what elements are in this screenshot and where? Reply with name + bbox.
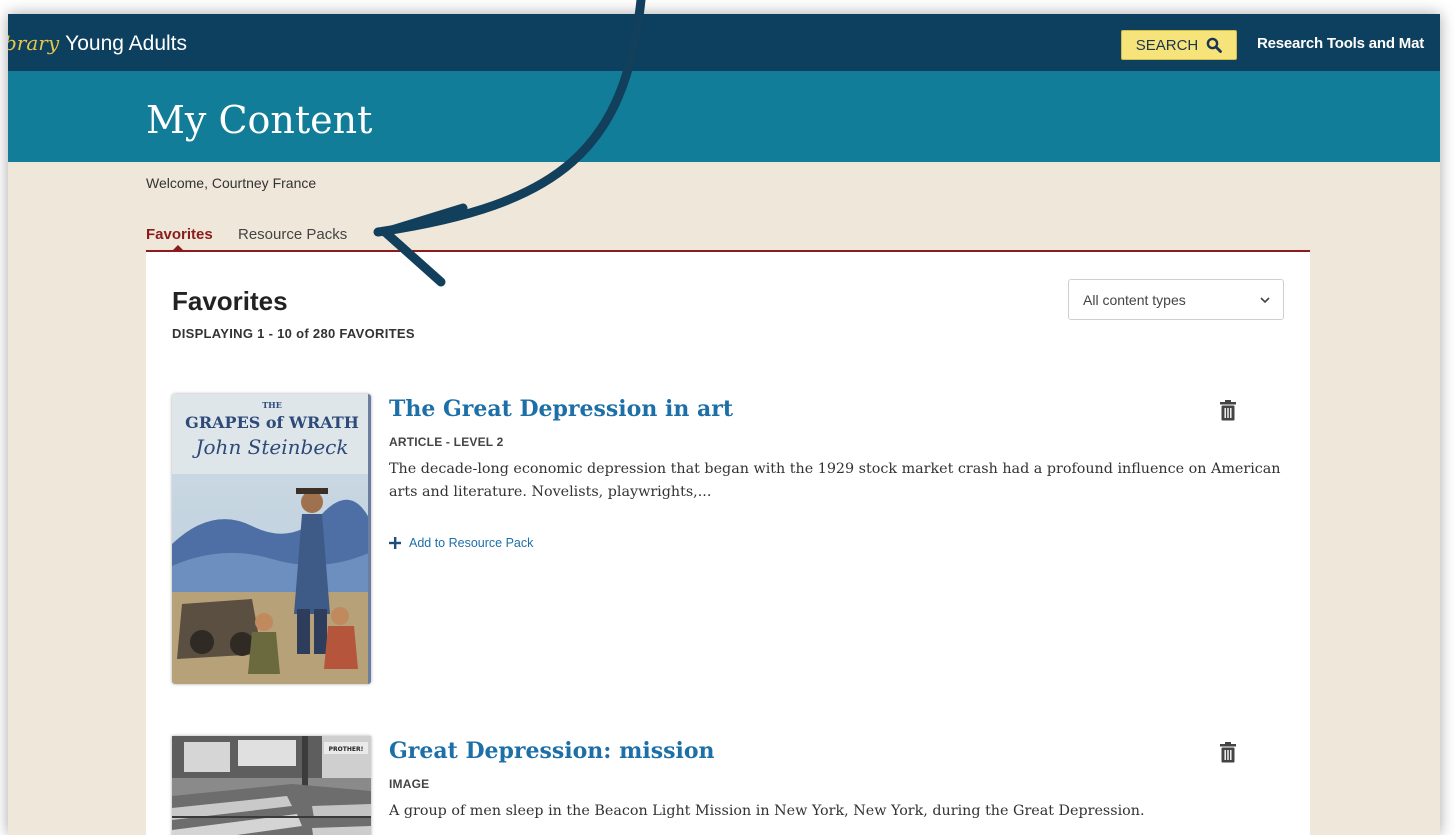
plus-icon (389, 537, 401, 549)
book-cover-text-line1: THE (262, 400, 282, 410)
favorites-panel: Favorites DISPLAYING 1 - 10 of 280 FAVOR… (146, 252, 1310, 835)
brand-logo[interactable]: brary Young Adults (8, 31, 187, 56)
photo-sign-text: PROTHER! (329, 746, 364, 753)
research-tools-link[interactable]: Research Tools and Mat (1257, 35, 1424, 52)
item-type-label: ARTICLE - LEVEL 2 (389, 435, 504, 449)
favorite-item: THE GRAPES of WRATH John Steinbeck The G… (172, 394, 1282, 694)
chevron-down-icon (1260, 297, 1270, 304)
item-type-label: IMAGE (389, 777, 430, 791)
top-navigation-bar: brary Young Adults SEARCH Research Tools … (8, 14, 1440, 71)
item-description: A group of men sleep in the Beacon Light… (389, 803, 1145, 819)
search-icon (1206, 37, 1223, 53)
results-count: DISPLAYING 1 - 10 of 280 FAVORITES (172, 326, 415, 341)
item-title-link[interactable]: Great Depression: mission (389, 738, 715, 764)
tab-resource-packs[interactable]: Resource Packs (238, 226, 347, 243)
welcome-message: Welcome, Courtney France (146, 175, 317, 191)
book-cover-author: John Steinbeck (192, 435, 349, 459)
content-type-select[interactable]: All content types (1068, 279, 1284, 320)
add-to-resource-pack-label: Add to Resource Pack (409, 536, 534, 550)
search-button[interactable]: SEARCH (1121, 30, 1237, 60)
favorites-heading: Favorites (172, 286, 288, 316)
book-cover-title: GRAPES of WRATH (185, 413, 359, 432)
trash-icon[interactable] (1218, 742, 1238, 764)
favorite-item: PROTHER! Great Depression: mission IMAGE… (172, 736, 1282, 835)
add-to-resource-pack-button[interactable]: Add to Resource Pack (389, 536, 533, 550)
tab-favorites[interactable]: Favorites (146, 226, 213, 243)
book-cover-thumbnail[interactable]: THE GRAPES of WRATH John Steinbeck (172, 394, 371, 684)
trash-icon[interactable] (1218, 400, 1238, 422)
brand-script: brary (8, 31, 60, 55)
content-tabs: Favorites Resource Packs (146, 226, 1310, 252)
app-frame: brary Young Adults SEARCH Research Tools … (8, 14, 1440, 835)
page-title: My Content (146, 98, 373, 142)
content-type-selected: All content types (1083, 291, 1186, 308)
page-hero-banner: My Content (8, 71, 1440, 162)
photo-thumbnail[interactable]: PROTHER! (172, 736, 371, 835)
item-description: The decade-long economic depression that… (389, 461, 1281, 500)
brand-name: Young Adults (65, 32, 187, 55)
search-button-label: SEARCH (1135, 36, 1199, 54)
item-title-link[interactable]: The Great Depression in art (389, 396, 733, 422)
